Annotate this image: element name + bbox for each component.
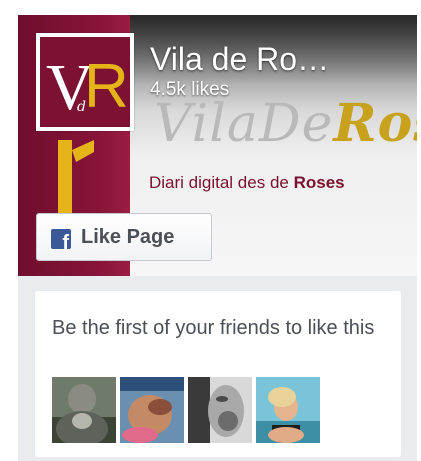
page-title[interactable]: Vila de Ro…: [150, 41, 329, 77]
logo-d-letter: d: [77, 99, 86, 115]
cover-tagline-bold: Roses: [293, 173, 345, 192]
cover-brand-accent: Ros: [333, 93, 417, 154]
cover-brand-light: VilaDe: [154, 94, 334, 154]
logo-vr: V R d: [40, 37, 130, 127]
likes-count: 4.5k likes: [150, 79, 230, 100]
friend-avatar[interactable]: [188, 377, 252, 443]
facebook-icon-glyph: f: [62, 232, 69, 249]
friends-card: Be the first of your friends to like thi…: [35, 291, 401, 457]
friend-avatar[interactable]: [256, 377, 320, 443]
friends-message: Be the first of your friends to like thi…: [52, 317, 375, 339]
like-page-label: Like Page: [81, 226, 175, 248]
profile-picture[interactable]: V R d: [36, 33, 134, 131]
cover-tagline-text: Diari digital des de: [149, 173, 294, 192]
facebook-page-plugin: VilaDeRos Diari digital des de Roses V R…: [18, 15, 417, 461]
like-page-button[interactable]: f Like Page: [36, 213, 212, 261]
friend-avatar[interactable]: [52, 377, 116, 443]
cover-brand-text: VilaDeRos: [154, 93, 417, 154]
cover-tagline: Diari digital des de Roses: [149, 173, 345, 193]
logo-r-letter: R: [84, 52, 129, 121]
friend-avatar[interactable]: [120, 377, 184, 443]
facebook-icon: f: [51, 229, 71, 249]
